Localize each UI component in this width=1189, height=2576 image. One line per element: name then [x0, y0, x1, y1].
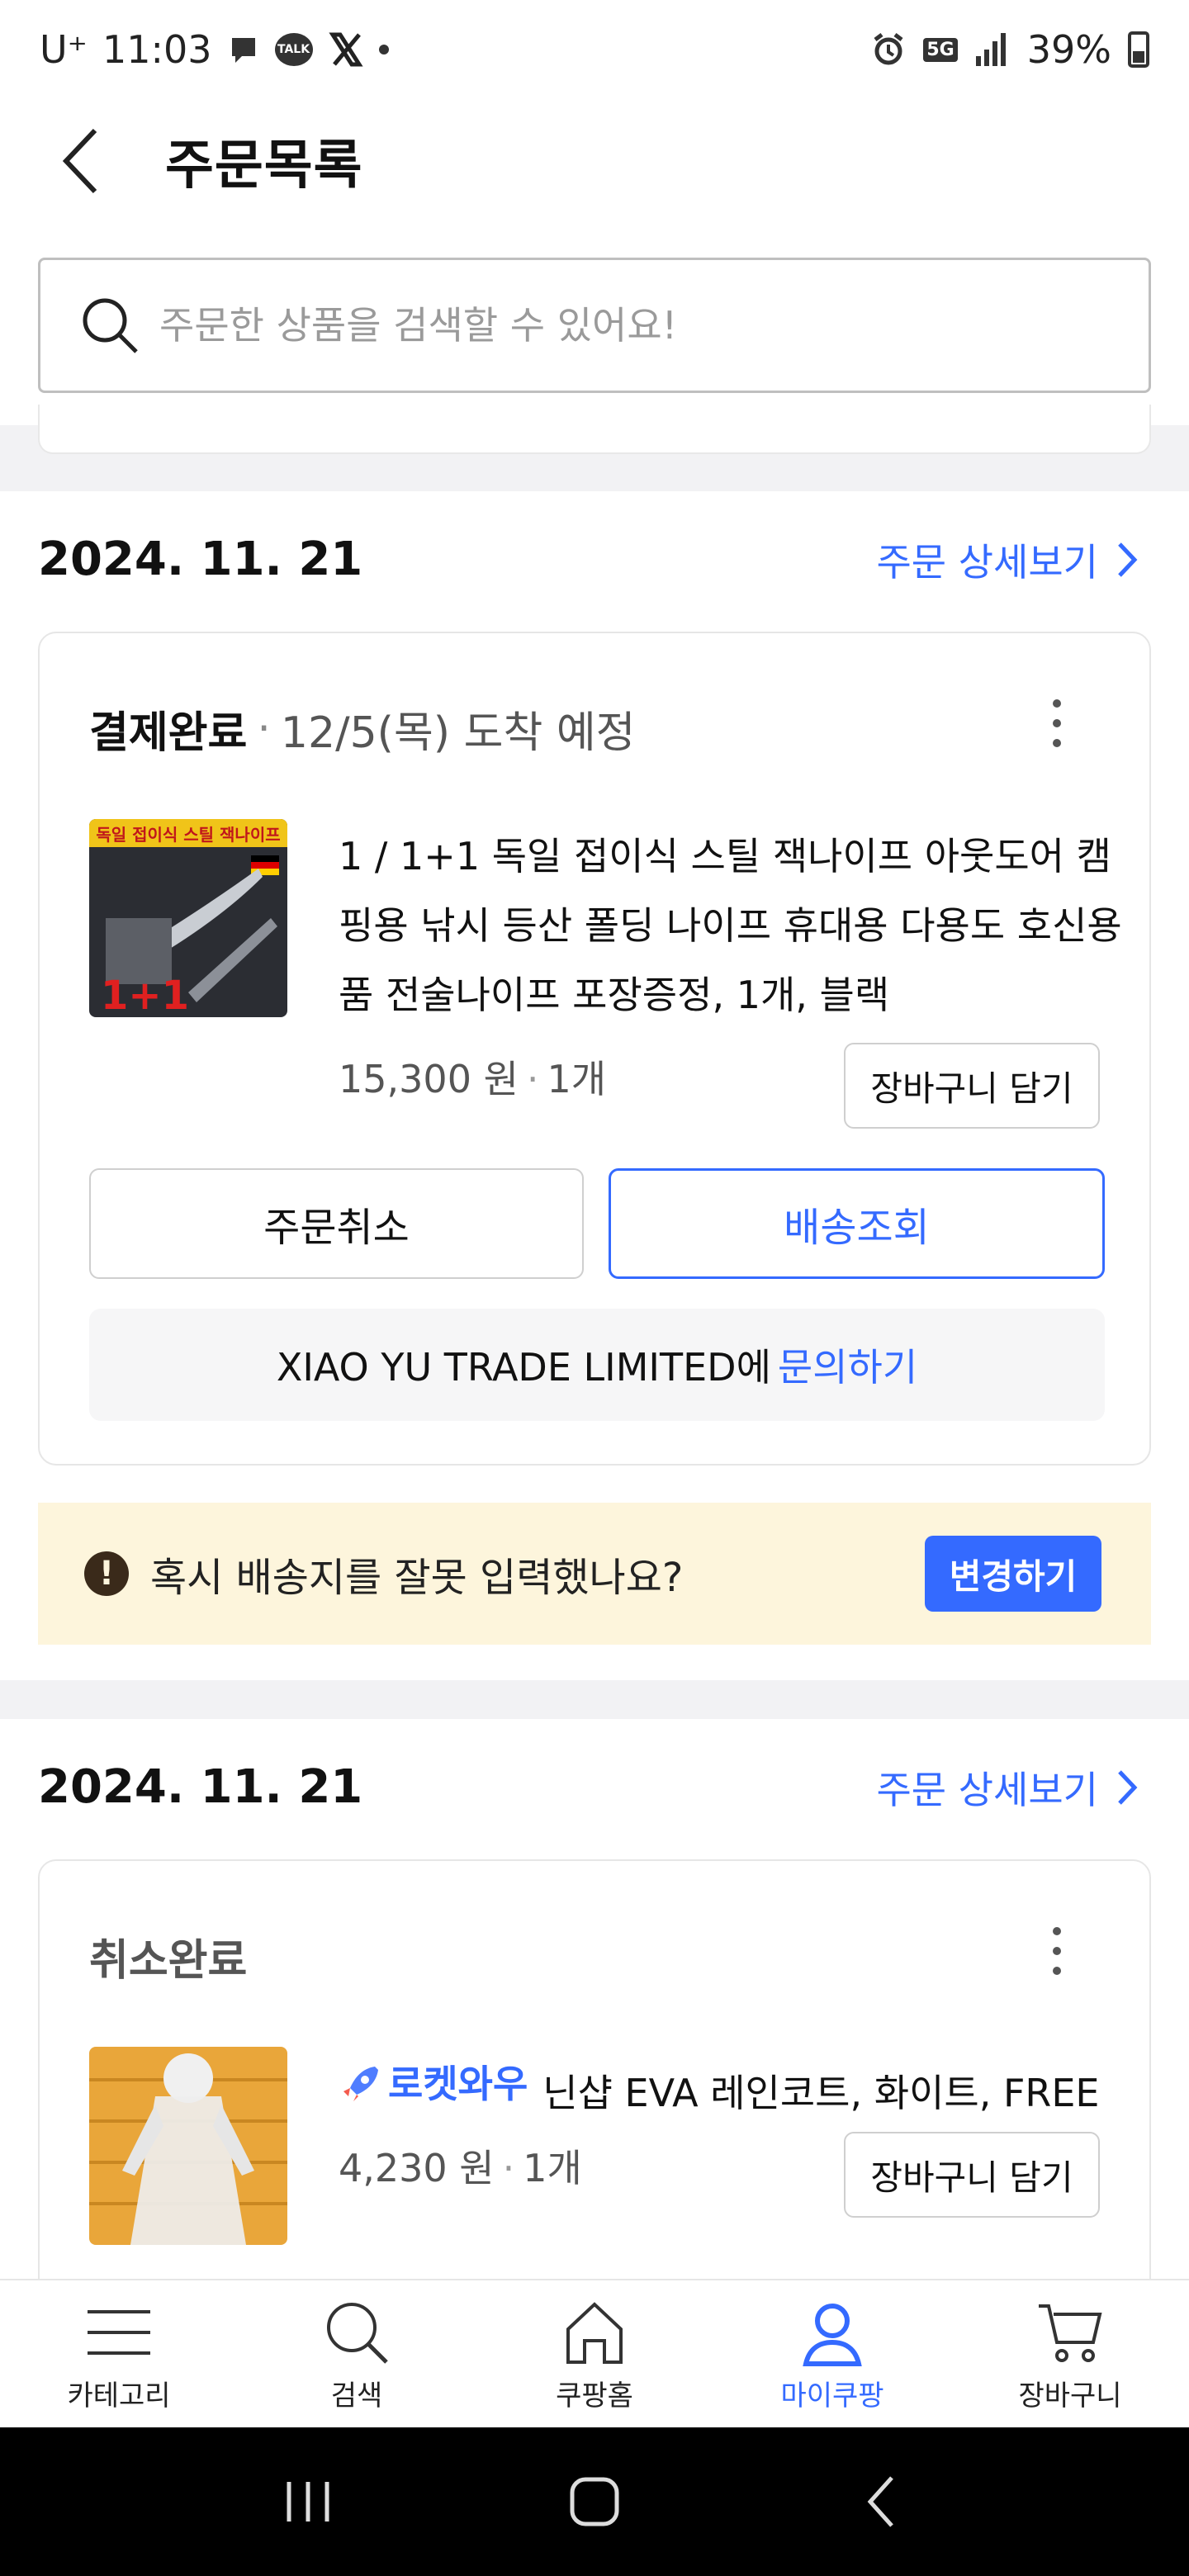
page-title: 주문목록: [165, 135, 363, 197]
order-section: 2024. 11. 21 주문 상세보기 결제완료 · 12/5(목) 도착 예…: [0, 491, 1189, 1680]
seller-inquiry: XIAO YU TRADE LIMITED에 문의하기: [89, 1309, 1105, 1421]
nav-label: 검색: [330, 2379, 383, 2413]
rocket-wow-label: 로켓와우: [388, 2062, 528, 2106]
recent-apps-icon: [287, 2482, 329, 2522]
nav-label: 장바구니: [1018, 2379, 1122, 2413]
search-input[interactable]: [159, 303, 1068, 348]
carrier-label: U⁺: [40, 27, 88, 72]
nav-label: 쿠팡홈: [556, 2379, 633, 2413]
product-title-row[interactable]: 로켓와우 닌샵 EVA 레인코트, 화이트, FREE: [339, 2049, 1131, 2128]
more-options-icon[interactable]: [1047, 699, 1067, 747]
header: 주문목록: [0, 99, 1189, 223]
search-icon: [320, 2295, 394, 2370]
x-icon: [328, 31, 364, 68]
home-button[interactable]: [545, 2460, 644, 2543]
order-card: 취소완료 로켓와우 닌샵 EVA 레인코트, 화이트, FREE 4,230 원…: [38, 1859, 1151, 2322]
exclamation-icon: !: [84, 1551, 129, 1596]
product-quantity: 1개: [523, 2146, 582, 2190]
address-alert: ! 혹시 배송지를 잘못 입력했나요? 변경하기: [38, 1503, 1151, 1645]
seller-name: XIAO YU TRADE LIMITED에: [276, 1345, 771, 1390]
order-status-row: 취소완료: [89, 1925, 247, 1987]
previous-card-edge: [38, 405, 1151, 454]
product-price: 15,300 원: [339, 1057, 519, 1101]
clock: 11:03: [102, 27, 212, 72]
back-icon: [867, 2476, 893, 2527]
rocket-icon: [343, 2067, 378, 2101]
order-actions: 주문취소 배송조회: [89, 1168, 1105, 1279]
delivery-estimate: 12/5(목) 도착 예정: [280, 708, 636, 758]
alarm-icon: [870, 31, 907, 68]
home-icon: [557, 2295, 632, 2370]
order-date: 2024. 11. 21: [38, 1760, 363, 1814]
price-row: 4,230 원 · 1개: [339, 2146, 582, 2190]
chevron-left-icon: [62, 128, 97, 194]
thumbnail-title: 독일 접이식 스틸 잭나이프: [96, 825, 280, 845]
order-detail-link[interactable]: 주문 상세보기: [876, 1760, 1139, 1815]
order-card: 결제완료 · 12/5(목) 도착 예정 독일 접이식 스틸 잭나이프 1+1 …: [38, 632, 1151, 1466]
product-title[interactable]: 1 / 1+1 독일 접이식 스틸 잭나이프 아웃도어 캠핑용 낚시 등산 폴딩…: [339, 822, 1131, 1030]
rocket-wow-badge: 로켓와우: [339, 2049, 528, 2119]
signal-icon: [974, 31, 1011, 68]
bottom-nav: 카테고리 검색 쿠팡홈 마이쿠팡 장바구니: [0, 2279, 1189, 2427]
nav-search[interactable]: 검색: [238, 2280, 476, 2427]
chevron-right-icon: [1118, 542, 1138, 577]
product-quantity: 1개: [547, 1057, 607, 1101]
thumbnail-promo: 1+1: [101, 973, 189, 1017]
status-bar: U⁺ 11:03 TALK 5G 39%: [0, 0, 1189, 99]
order-status: 취소완료: [89, 1936, 248, 1986]
order-detail-link[interactable]: 주문 상세보기: [876, 533, 1139, 587]
add-to-cart-button[interactable]: 장바구니 담기: [844, 2132, 1100, 2218]
system-back-button[interactable]: [831, 2460, 931, 2543]
track-delivery-button[interactable]: 배송조회: [609, 1168, 1105, 1279]
cancel-order-button[interactable]: 주문취소: [89, 1168, 584, 1279]
order-section: 2024. 11. 21 주문 상세보기 취소완료 로켓와우 닌샵 EVA 레인…: [0, 1719, 1189, 2322]
battery-icon: [1128, 31, 1149, 68]
home-square-icon: [570, 2477, 619, 2526]
nav-cart[interactable]: 장바구니: [951, 2280, 1189, 2427]
status-separator: ·: [257, 703, 271, 754]
nav-category[interactable]: 카테고리: [0, 2280, 238, 2427]
menu-icon: [82, 2295, 156, 2370]
change-address-button[interactable]: 변경하기: [925, 1536, 1101, 1612]
network-label: 5G: [923, 37, 958, 62]
order-date: 2024. 11. 21: [38, 533, 363, 586]
recent-apps-button[interactable]: [258, 2460, 358, 2543]
back-button[interactable]: [41, 120, 124, 202]
alert-text: 혹시 배송지를 잘못 입력했나요?: [150, 1555, 684, 1601]
nav-label: 마이쿠팡: [780, 2379, 884, 2413]
more-options-icon[interactable]: [1047, 1927, 1067, 1975]
person-icon: [795, 2295, 869, 2370]
nav-home[interactable]: 쿠팡홈: [476, 2280, 713, 2427]
battery-percent: 39%: [1026, 27, 1111, 72]
search-section: [0, 223, 1189, 425]
product-thumbnail[interactable]: [89, 2047, 287, 2245]
kakaotalk-icon: TALK: [274, 33, 313, 66]
system-nav: [0, 2427, 1189, 2576]
search-box[interactable]: [38, 258, 1151, 393]
message-icon: [227, 33, 260, 66]
chevron-right-icon: [1118, 1770, 1138, 1805]
search-icon: [83, 298, 138, 353]
product-title: 닌샵 EVA 레인코트, 화이트, FREE: [542, 2071, 1100, 2115]
order-detail-label: 주문 상세보기: [876, 1768, 1098, 1812]
inquiry-link[interactable]: 문의하기: [778, 1338, 917, 1392]
nav-my-coupang[interactable]: 마이쿠팡: [713, 2280, 951, 2427]
notification-dot-icon: [378, 45, 389, 54]
cart-icon: [1033, 2295, 1107, 2370]
add-to-cart-button[interactable]: 장바구니 담기: [844, 1043, 1100, 1129]
price-row: 15,300 원 · 1개: [339, 1057, 607, 1101]
order-status: 결제완료: [89, 708, 248, 758]
order-detail-label: 주문 상세보기: [876, 540, 1098, 585]
product-price: 4,230 원: [339, 2146, 495, 2190]
order-status-row: 결제완료 · 12/5(목) 도착 예정: [89, 698, 636, 760]
product-thumbnail[interactable]: 독일 접이식 스틸 잭나이프 1+1: [89, 819, 287, 1017]
nav-label: 카테고리: [67, 2379, 171, 2413]
